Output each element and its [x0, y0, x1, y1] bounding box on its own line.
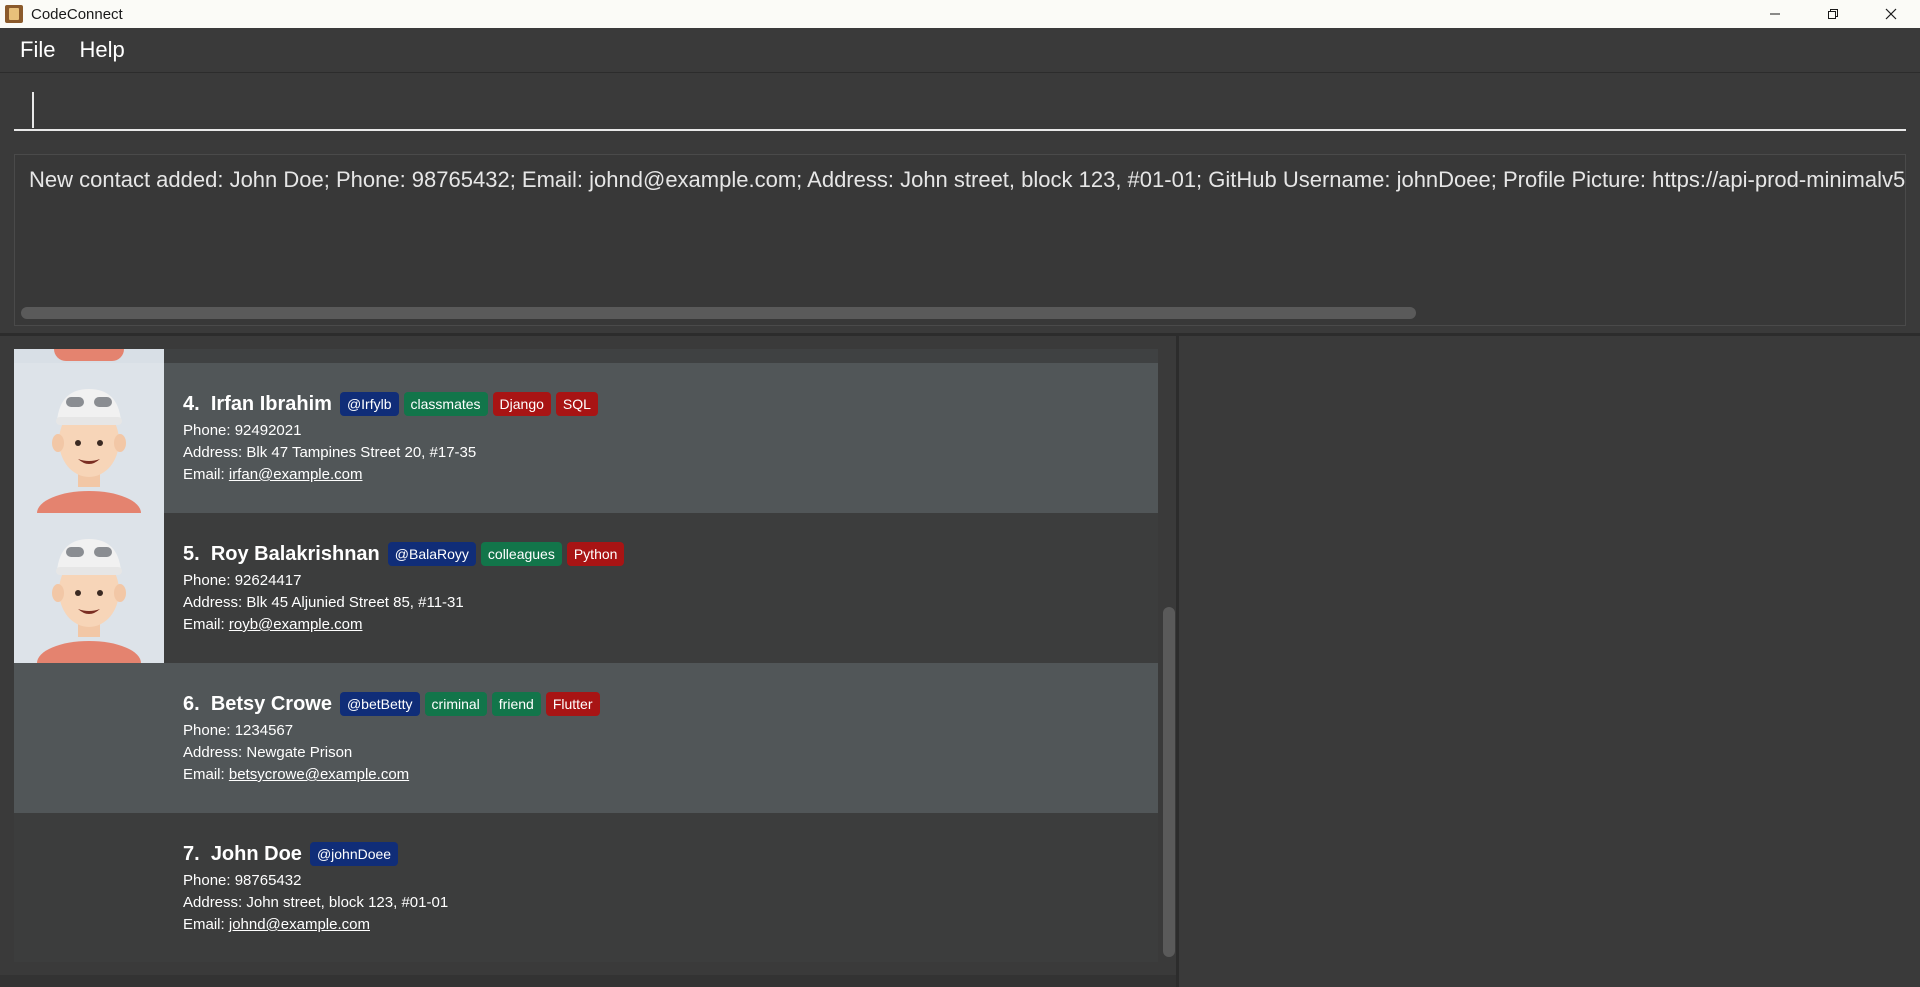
contact-email-row: Email: royb@example.com — [183, 615, 629, 635]
contact-name-row: 5. Roy Balakrishnan @BalaRoyy colleagues Py… — [183, 539, 629, 569]
contact-name: 4. Irfan Ibrahim — [183, 392, 332, 415]
contact-address: Address: Blk 47 Tampines Street 20, #17-… — [183, 444, 477, 461]
close-button[interactable] — [1862, 0, 1920, 28]
contact-name: 7. John Doe — [183, 842, 302, 865]
window-controls — [1746, 0, 1920, 28]
contact-phone: Phone: 1234567 — [183, 722, 294, 739]
contact-address: Address: Blk 45 Aljunied Street 85, #11-… — [183, 594, 464, 611]
contact-address: Address: Newgate Prison — [183, 744, 353, 761]
contact-card-body: 5. Roy Balakrishnan @BalaRoyy colleagues Py… — [183, 539, 629, 635]
menu-help[interactable]: Help — [69, 37, 134, 63]
group-tag: criminal — [424, 692, 487, 716]
contact-email-row: Email: irfan@example.com — [183, 465, 603, 485]
contact-card[interactable]: 6. Betsy Crowe @betBetty criminal friend Flu… — [14, 663, 1158, 813]
github-tag: @Irfylb — [339, 392, 399, 416]
result-horizontal-scrollbar[interactable] — [21, 307, 1416, 319]
contact-email-row: Email: johnd@example.com — [183, 915, 448, 935]
contact-name: 6. Betsy Crowe — [183, 692, 332, 715]
contact-card[interactable]: 5. Roy Balakrishnan @BalaRoyy colleagues Py… — [14, 513, 1158, 663]
skill-tag: Python — [566, 542, 625, 566]
avatar — [14, 363, 164, 513]
window-title: CodeConnect — [31, 5, 123, 23]
github-tag: @BalaRoyy — [387, 542, 476, 566]
skill-tag: Flutter — [545, 692, 600, 716]
email-link[interactable]: royb@example.com — [229, 616, 363, 633]
previous-card-peek — [14, 349, 1158, 363]
contact-phone: Phone: 92624417 — [183, 572, 302, 589]
skill-tag: Django — [492, 392, 551, 416]
status-bar — [0, 975, 1176, 987]
email-label: Email: — [183, 766, 225, 783]
github-tag: @johnDoee — [309, 842, 399, 866]
list-scrollbar-thumb[interactable] — [1163, 607, 1175, 957]
menu-bar: File Help — [0, 28, 1920, 73]
command-input[interactable] — [14, 87, 1906, 131]
skill-tag: SQL — [555, 392, 598, 416]
email-link[interactable]: irfan@example.com — [229, 466, 363, 483]
contact-list[interactable]: 4. Irfan Ibrahim @Irfylb classmates Django S… — [14, 349, 1158, 962]
contact-phone: Phone: 92492021 — [183, 422, 302, 439]
minimize-icon — [1770, 13, 1780, 15]
contact-name-row: 7. John Doe @johnDoee — [183, 839, 448, 869]
command-box — [0, 73, 1920, 144]
github-tag: @betBetty — [339, 692, 420, 716]
detail-panel — [1179, 336, 1920, 987]
text-caret — [32, 92, 34, 128]
contact-name-row: 6. Betsy Crowe @betBetty criminal friend Flu… — [183, 689, 605, 719]
email-label: Email: — [183, 466, 225, 483]
avatar — [14, 349, 164, 363]
contact-card-body: 7. John Doe @johnDoee Phone: 98765432 Addre… — [183, 839, 448, 935]
avatar-3d-person — [14, 513, 164, 663]
app-icon — [5, 5, 23, 23]
avatar-3d-person — [14, 363, 164, 513]
group-tag: friend — [491, 692, 541, 716]
contact-email-row: Email: betsycrowe@example.com — [183, 765, 605, 785]
restore-icon — [1828, 9, 1838, 19]
email-link[interactable]: betsycrowe@example.com — [229, 766, 409, 783]
contact-card[interactable]: 7. John Doe @johnDoee Phone: 98765432 Addre… — [14, 813, 1158, 962]
contact-card-body: 6. Betsy Crowe @betBetty criminal friend Flu… — [183, 689, 605, 785]
minimize-button[interactable] — [1746, 0, 1804, 28]
email-link[interactable]: johnd@example.com — [229, 916, 370, 933]
contact-name: 5. Roy Balakrishnan — [183, 542, 380, 565]
restore-button[interactable] — [1804, 0, 1862, 28]
contact-phone: Phone: 98765432 — [183, 872, 302, 889]
email-label: Email: — [183, 916, 225, 933]
contact-card-body: 4. Irfan Ibrahim @Irfylb classmates Django S… — [183, 389, 603, 485]
contact-card[interactable]: 4. Irfan Ibrahim @Irfylb classmates Django S… — [14, 363, 1158, 513]
contact-address: Address: John street, block 123, #01-01 — [183, 894, 449, 911]
title-bar: CodeConnect — [0, 0, 1920, 28]
contact-name-row: 4. Irfan Ibrahim @Irfylb classmates Django S… — [183, 389, 603, 419]
email-label: Email: — [183, 616, 225, 633]
close-icon — [1885, 8, 1897, 20]
avatar — [14, 513, 164, 663]
result-text: New contact added: John Doe; Phone: 9876… — [29, 167, 1906, 192]
group-tag: colleagues — [480, 542, 562, 566]
result-display[interactable]: New contact added: John Doe; Phone: 9876… — [14, 154, 1906, 326]
menu-file[interactable]: File — [10, 37, 65, 63]
group-tag: classmates — [403, 392, 488, 416]
